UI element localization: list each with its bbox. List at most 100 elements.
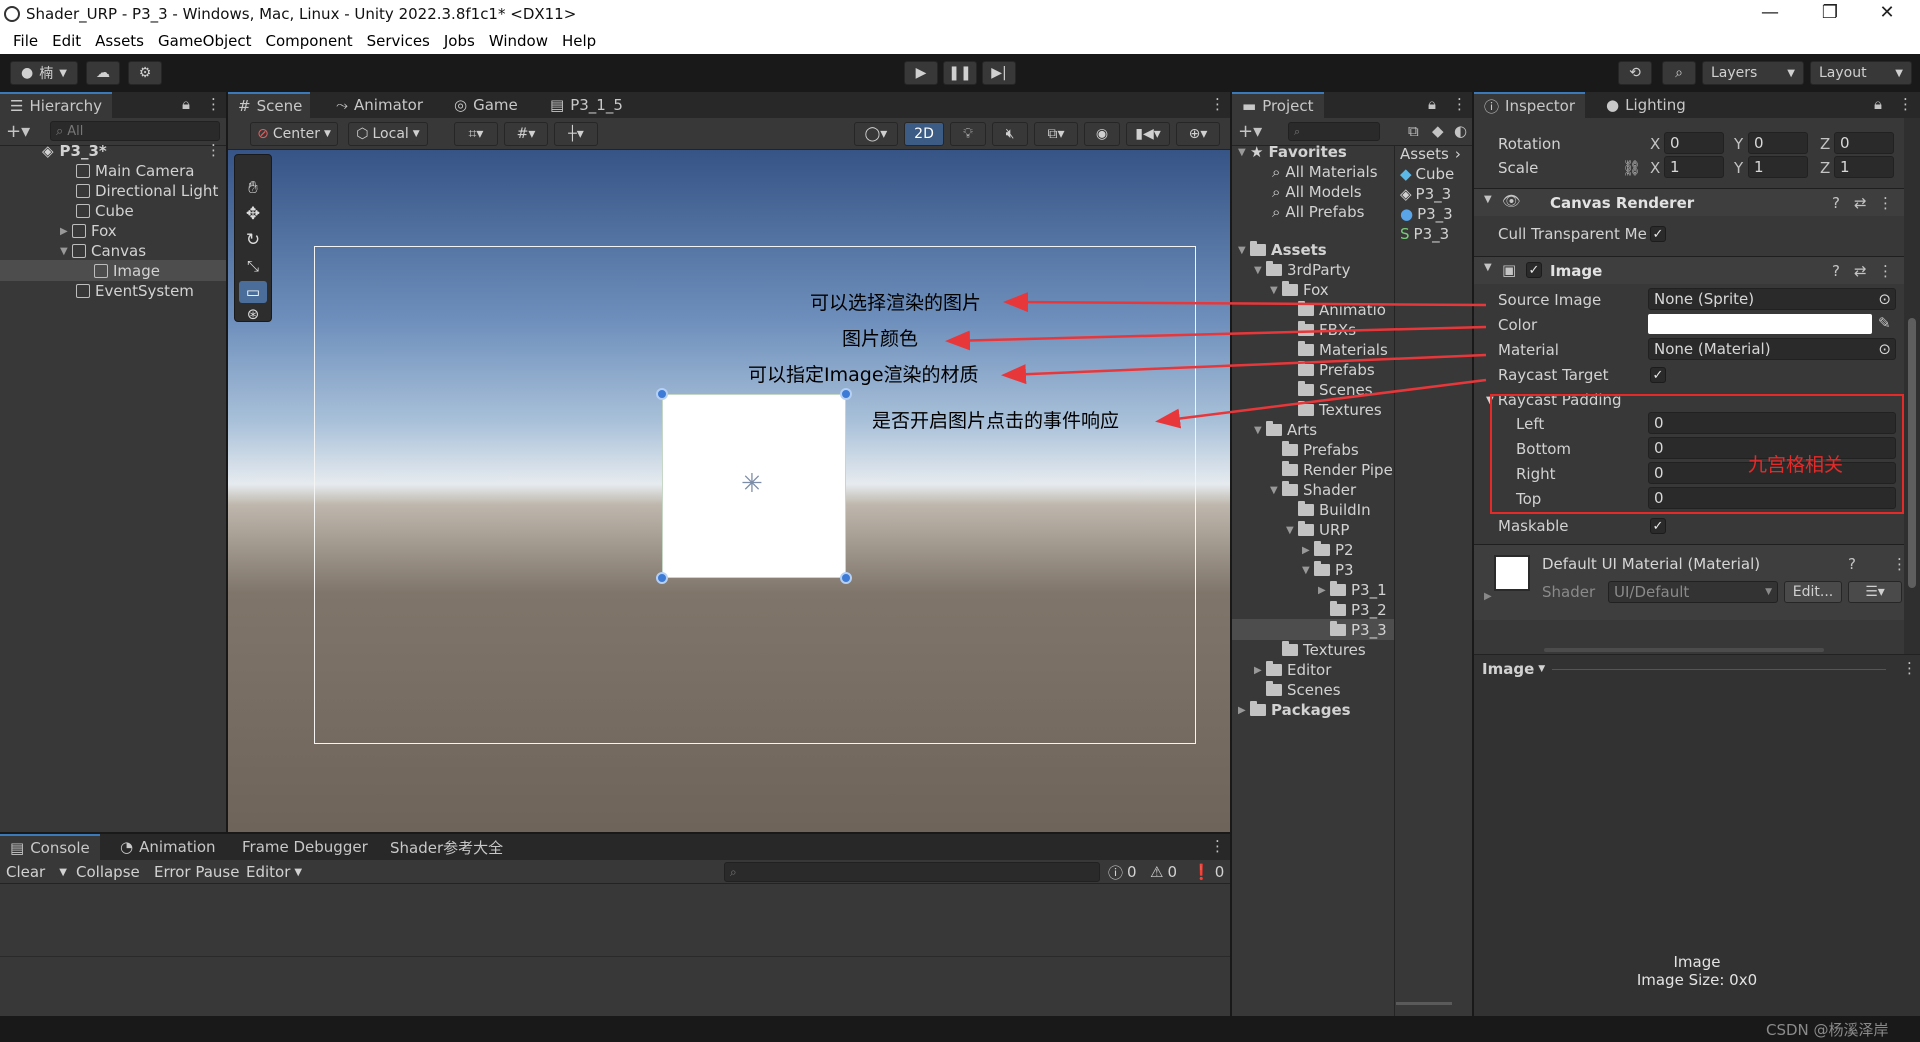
more-icon[interactable]: ⋮ <box>1898 95 1913 113</box>
preset-icon[interactable]: ⇄ <box>1854 194 1867 212</box>
project-breadcrumb[interactable]: Assets › <box>1400 144 1461 164</box>
help-icon[interactable]: ? <box>1832 194 1840 212</box>
tree-arts-prefabs[interactable]: Prefabs <box>1282 440 1359 460</box>
tree-p3-2[interactable]: P3_2 <box>1330 600 1387 620</box>
hierarchy-item-image[interactable]: Image <box>94 261 160 281</box>
label-icon[interactable]: ◆ <box>1432 122 1444 140</box>
scene-root[interactable]: ◈ P3_3* <box>42 141 107 161</box>
scale-tool-icon[interactable]: ⤡ <box>239 255 267 277</box>
scene-viewport[interactable]: ✋︎ ✥ ↻ ⤡ ▭ ⊛ ✳ 可以选择渲染的图片 图片颜色 可以指定Image渲… <box>228 150 1230 832</box>
filter-icon[interactable]: ⧉ <box>1408 122 1419 140</box>
splitter-handle[interactable] <box>1544 648 1824 652</box>
menu-help[interactable]: Help <box>555 32 603 50</box>
log-count[interactable]: ⓘ 0 <box>1108 862 1137 882</box>
tree-p2[interactable]: ▶ P2 <box>1302 540 1354 560</box>
lighting-toggle[interactable]: 💡︎ <box>950 122 986 146</box>
tab-frame-debugger[interactable]: Frame Debugger <box>232 834 378 860</box>
tab-lighting[interactable]: ● Lighting <box>1596 92 1696 118</box>
shader-dropdown[interactable]: UI/Default ▼ <box>1608 581 1778 603</box>
corner-handle-tr[interactable] <box>840 388 852 400</box>
hierarchy-item-cube[interactable]: Cube <box>76 201 134 221</box>
tree-p3-1[interactable]: ▶ P3_1 <box>1318 580 1387 600</box>
tree-shader[interactable]: ▼ Shader <box>1270 480 1356 500</box>
scrollbar-thumb[interactable] <box>1908 318 1916 588</box>
collab-button[interactable]: ⚙ <box>128 61 162 85</box>
hierarchy-item-canvas[interactable]: ▼ Canvas <box>60 241 146 261</box>
layout-dropdown[interactable]: Layout ▼ <box>1810 61 1912 85</box>
shader-options-dropdown[interactable]: ☰▾ <box>1848 581 1902 603</box>
asset-p3-3-material[interactable]: ● P3_3 <box>1400 204 1453 224</box>
gizmos-dropdown[interactable]: ⊕▾ <box>1176 122 1220 146</box>
history-button[interactable]: ⟲ <box>1618 61 1652 85</box>
preset-icon[interactable]: ⇄ <box>1854 262 1867 280</box>
tree-scenes[interactable]: Scenes <box>1298 380 1373 400</box>
corner-handle-bl[interactable] <box>656 572 668 584</box>
preview-dropdown[interactable]: Image ▼ <box>1482 659 1545 679</box>
error-pause-button[interactable]: Error Pause <box>154 862 239 882</box>
transform-tool-icon[interactable]: ⊛ <box>239 305 267 323</box>
raycast-target-checkbox[interactable]: ✓ <box>1650 367 1666 383</box>
expand-arrow-icon[interactable]: ▶ <box>60 226 72 237</box>
more-icon[interactable]: ⋮ <box>1452 95 1467 113</box>
hierarchy-search-input[interactable]: ⌕ All <box>50 121 220 141</box>
expand-arrow-icon[interactable]: ▶ <box>1484 591 1492 602</box>
tree-p3[interactable]: ▼ P3 <box>1302 560 1354 580</box>
link-icon[interactable]: ⛓ <box>1622 159 1641 177</box>
tree-fox[interactable]: ▼ Fox <box>1270 280 1329 300</box>
more-icon[interactable]: ⋮ <box>1902 659 1917 677</box>
tree-editor[interactable]: ▶ Editor <box>1254 660 1331 680</box>
hierarchy-item-directional-light[interactable]: Directional Light <box>76 181 218 201</box>
star-icon[interactable]: ◐ <box>1454 122 1467 140</box>
console-search-input[interactable]: ⌕ <box>724 862 1100 882</box>
visibility-toggle[interactable]: ◉ <box>1084 122 1120 146</box>
ui-image-rect[interactable]: ✳ <box>662 394 846 578</box>
tab-game[interactable]: ◎ Game <box>444 92 528 118</box>
layers-dropdown[interactable]: Layers ▼ <box>1702 61 1804 85</box>
tab-console[interactable]: ▤ Console <box>0 834 100 860</box>
rect-tool-icon[interactable]: ▭ <box>239 281 267 303</box>
collapse-arrow-icon[interactable]: ▼ <box>1484 194 1492 205</box>
tree-buildin[interactable]: BuildIn <box>1298 500 1371 520</box>
material-field[interactable]: None (Material) ⊙ <box>1648 338 1896 360</box>
maximize-button[interactable]: ❐ <box>1815 2 1845 26</box>
collapse-button[interactable]: Collapse <box>76 862 140 882</box>
close-button[interactable]: ✕ <box>1872 2 1902 26</box>
help-icon[interactable]: ? <box>1832 262 1840 280</box>
editor-dropdown[interactable]: Editor ▼ <box>246 862 302 882</box>
menu-window[interactable]: Window <box>482 32 555 50</box>
tab-p3-1-5[interactable]: ▤ P3_1_5 <box>540 92 633 118</box>
rotation-z-field[interactable]: 0 <box>1834 132 1894 154</box>
image-enabled-checkbox[interactable]: ✓ <box>1526 262 1542 278</box>
corner-handle-br[interactable] <box>840 572 852 584</box>
maskable-checkbox[interactable]: ✓ <box>1650 518 1666 534</box>
menu-gameobject[interactable]: GameObject <box>151 32 259 50</box>
pause-button[interactable]: ❚❚ <box>943 61 977 85</box>
error-count[interactable]: ❗ 0 <box>1192 862 1224 882</box>
rotate-tool-icon[interactable]: ↻ <box>239 229 267 251</box>
hand-tool-icon[interactable]: ✋︎ <box>239 177 267 199</box>
more-icon[interactable]: ⋮ <box>206 95 221 113</box>
collapse-arrow-icon[interactable]: ▼ <box>1484 262 1492 273</box>
tree-scenes-root[interactable]: Scenes <box>1266 680 1341 700</box>
grid-snap-button[interactable]: #▾ <box>504 122 548 146</box>
menu-assets[interactable]: Assets <box>88 32 151 50</box>
canvas-renderer-header[interactable]: ▼ 👁︎ Canvas Renderer ? ⇄ ⋮ <box>1474 188 1904 216</box>
menu-file[interactable]: File <box>6 32 45 50</box>
camera-dropdown[interactable]: ▮◀▾ <box>1126 122 1170 146</box>
draw-mode-button[interactable]: ◯▾ <box>854 122 898 146</box>
asset-p3-3-shader[interactable]: S P3_3 <box>1400 224 1449 244</box>
space-dropdown[interactable]: ⬡ Local ▼ <box>348 122 428 146</box>
menu-edit[interactable]: Edit <box>45 32 88 50</box>
step-button[interactable]: ▶| <box>982 61 1016 85</box>
2d-toggle[interactable]: 2D <box>904 122 944 146</box>
more-icon[interactable]: ⋮ <box>1210 95 1225 113</box>
packages-root[interactable]: ▶ Packages <box>1238 700 1351 720</box>
tree-fbxs[interactable]: FBXs <box>1298 320 1356 340</box>
tree-animations[interactable]: Animatio <box>1298 300 1386 320</box>
menu-component[interactable]: Component <box>259 32 360 50</box>
pivot-dropdown[interactable]: ⊘ Center ▼ <box>250 122 338 146</box>
eyedropper-icon[interactable]: ✎ <box>1878 314 1891 332</box>
tree-arts-textures[interactable]: Textures <box>1282 640 1366 660</box>
hierarchy-item-fox[interactable]: ▶ Fox <box>60 221 117 241</box>
tree-render-pipeline[interactable]: Render Pipe <box>1282 460 1393 480</box>
